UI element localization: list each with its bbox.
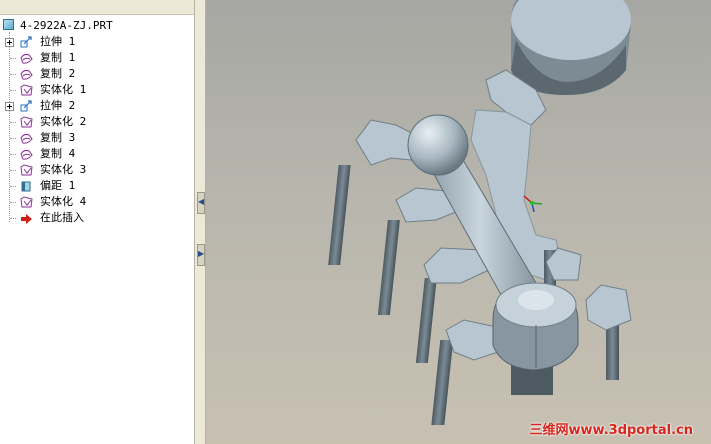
- tree-connector-line: [10, 202, 16, 203]
- collapse-left-button[interactable]: ◀: [197, 192, 205, 214]
- copy-icon: [20, 132, 33, 144]
- model-tree-header: [0, 0, 194, 15]
- solidify-icon: [20, 84, 33, 96]
- tree-item[interactable]: 拉伸 2: [0, 98, 194, 114]
- extrude-icon: [20, 36, 32, 48]
- tree-item-label: 实体化 1: [40, 83, 87, 96]
- tree-item[interactable]: 实体化 1: [0, 82, 194, 98]
- tree-item-label: 实体化 3: [40, 163, 87, 176]
- tree-root-label: 4-2922A-ZJ.PRT: [20, 19, 113, 32]
- tree-item-label: 在此插入: [40, 211, 84, 224]
- tree-item-label: 复制 4: [40, 147, 76, 160]
- panel-splitter[interactable]: ◀ ▶: [194, 0, 206, 444]
- tree-item-label: 复制 3: [40, 131, 76, 144]
- copy-icon: [20, 68, 33, 80]
- tree-item[interactable]: 复制 1: [0, 50, 194, 66]
- tree-connector-line: [10, 218, 16, 219]
- solidify-icon: [20, 196, 33, 208]
- tree-item-label: 拉伸 2: [40, 99, 76, 112]
- graphics-viewport[interactable]: 三维网www.3dportal.cn: [206, 0, 711, 444]
- tree-connector-line: [10, 138, 16, 139]
- tree-connector-line: [10, 186, 16, 187]
- top-boss: [511, 0, 631, 95]
- model-tree-panel: 4-2922A-ZJ.PRT 拉伸 1 复制 1 复制 2 实体化 1 拉伸 2 实体化 …: [0, 0, 194, 444]
- copy-icon: [20, 52, 33, 64]
- tree-item[interactable]: 偏距 1: [0, 178, 194, 194]
- tree-connector-line: [10, 74, 16, 75]
- bottom-hub: [492, 282, 579, 395]
- expand-icon[interactable]: [5, 38, 14, 47]
- tree-item[interactable]: 实体化 4: [0, 194, 194, 210]
- copy-icon: [20, 148, 33, 160]
- tree-connector-line: [10, 170, 16, 171]
- tree-item-label: 实体化 2: [40, 115, 87, 128]
- tree-connector-line: [10, 154, 16, 155]
- tree-item[interactable]: 实体化 2: [0, 114, 194, 130]
- tree-item[interactable]: 拉伸 1: [0, 34, 194, 50]
- tree-item[interactable]: 复制 3: [0, 130, 194, 146]
- model-tree-list: 4-2922A-ZJ.PRT 拉伸 1 复制 1 复制 2 实体化 1 拉伸 2 实体化 …: [0, 18, 194, 226]
- tree-connector-line: [10, 58, 16, 59]
- tree-item[interactable]: 复制 4: [0, 146, 194, 162]
- expand-icon[interactable]: [5, 102, 14, 111]
- tree-item[interactable]: 复制 2: [0, 66, 194, 82]
- expand-right-button[interactable]: ▶: [197, 244, 205, 266]
- insert-here-arrow-icon: [20, 212, 32, 224]
- solidify-icon: [20, 164, 33, 176]
- watermark-text: 三维网www.3dportal.cn: [529, 423, 693, 438]
- tree-item-label: 拉伸 1: [40, 35, 76, 48]
- tree-item[interactable]: 在此插入: [0, 210, 194, 226]
- chevron-left-icon: ◀: [198, 197, 205, 206]
- tree-item-label: 实体化 4: [40, 195, 87, 208]
- tree-item[interactable]: 实体化 3: [0, 162, 194, 178]
- tree-item-label: 偏距 1: [40, 179, 76, 192]
- tree-connector-line: [10, 90, 16, 91]
- tree-item-label: 复制 1: [40, 51, 76, 64]
- tree-item-label: 复制 2: [40, 67, 76, 80]
- tree-connector-line: [10, 122, 16, 123]
- chevron-right-icon: ▶: [198, 249, 205, 258]
- tree-root-item[interactable]: 4-2922A-ZJ.PRT: [0, 18, 194, 34]
- extrude-icon: [20, 100, 32, 112]
- solidify-icon: [20, 116, 33, 128]
- offset-icon: [20, 180, 32, 192]
- part-icon: [3, 19, 14, 30]
- model-render: [328, 0, 632, 425]
